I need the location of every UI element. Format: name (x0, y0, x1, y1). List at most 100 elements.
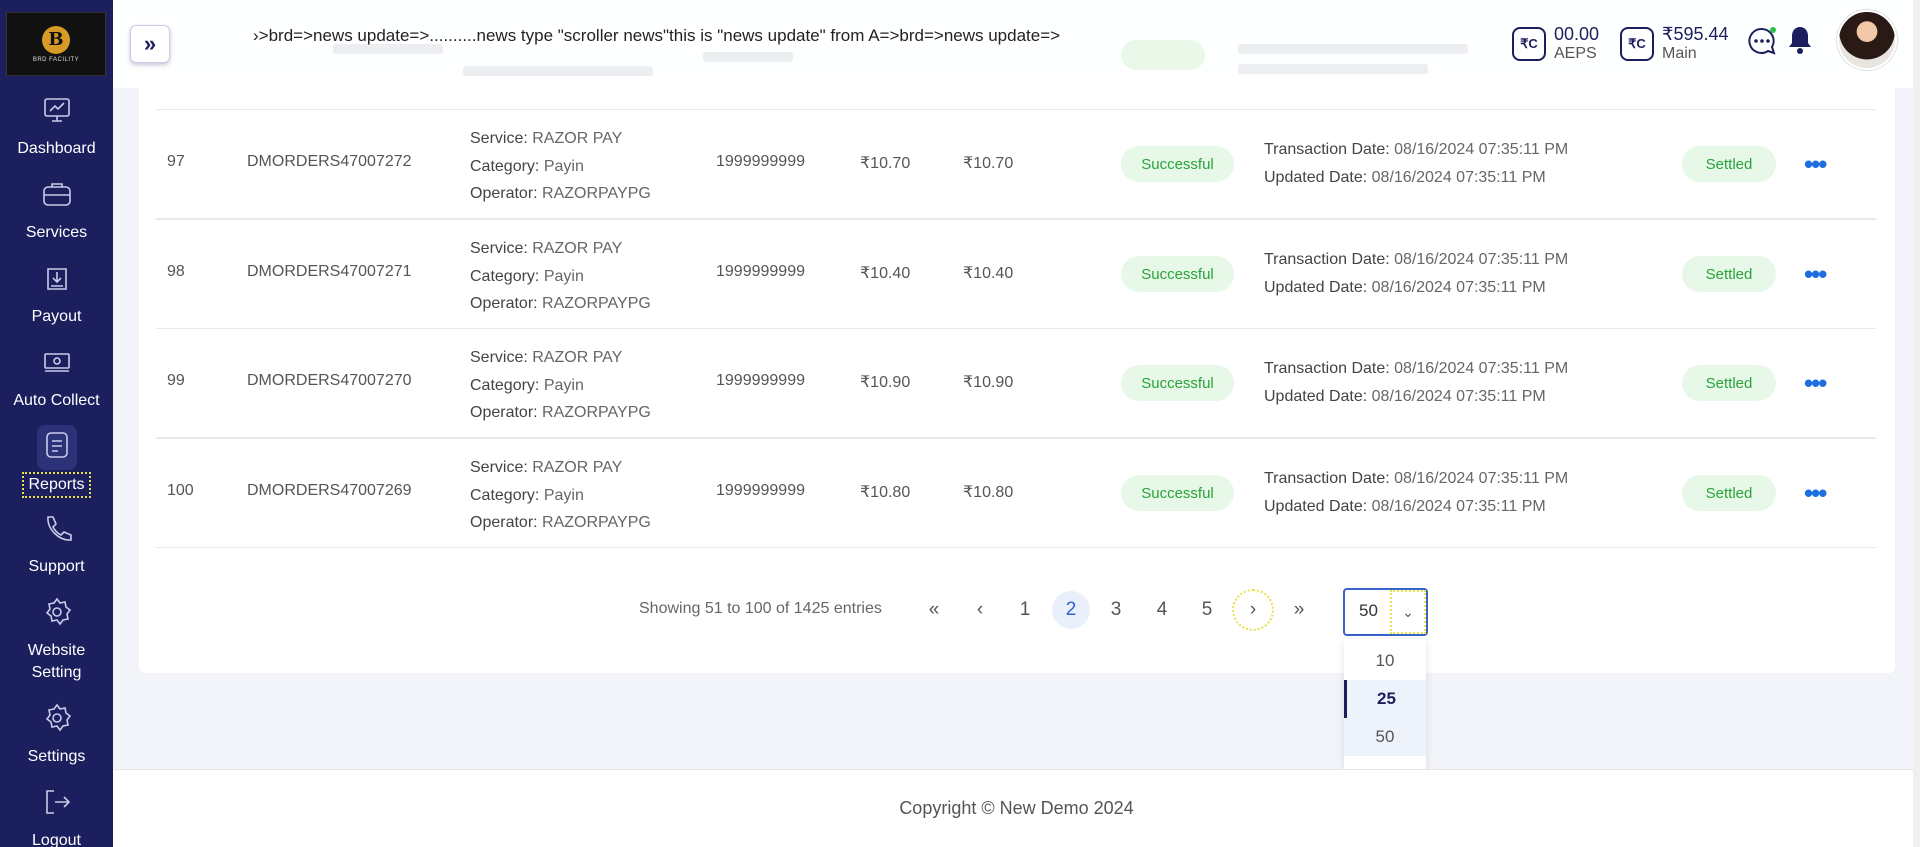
logout-icon (40, 785, 74, 824)
bell-icon[interactable] (1785, 24, 1815, 56)
date-details: Transaction Date: 08/16/2024 07:35:11 PM… (1264, 355, 1568, 410)
ghost-header-text (1238, 64, 1428, 74)
amount: ₹10.70 (860, 155, 911, 172)
order-id: DMORDERS47007272 (247, 153, 412, 170)
per-page-option-50[interactable]: 50 (1344, 718, 1426, 756)
page-1-button[interactable]: 1 (1006, 591, 1044, 629)
updated-date-value: 08/16/2024 07:35:11 PM (1371, 278, 1546, 296)
operator-label: Operator: (470, 514, 538, 531)
date-details: Transaction Date: 08/16/2024 07:35:11 PM… (1264, 246, 1568, 301)
net-amount: ₹10.90 (963, 374, 1014, 391)
sidebar-item-label: Services (25, 224, 88, 241)
gear-icon (40, 701, 74, 740)
sidebar-item-services[interactable]: Services (0, 177, 113, 244)
net-amount: ₹10.70 (963, 155, 1014, 172)
last-page-button[interactable]: » (1280, 591, 1318, 629)
sidebar-item-auto-collect[interactable]: Auto Collect (0, 345, 113, 412)
per-page-option-10[interactable]: 10 (1344, 642, 1426, 680)
sidebar-item-support[interactable]: Support (0, 511, 113, 578)
per-page-option-25[interactable]: 25 (1344, 680, 1426, 718)
phone-icon (40, 511, 74, 550)
page-5-button[interactable]: 5 (1188, 591, 1226, 629)
sidebar-item-settings[interactable]: Settings (0, 701, 113, 768)
wallet-label: AEPS (1554, 45, 1597, 62)
service-label: Service: (470, 459, 528, 476)
more-actions-icon[interactable]: ••• (1804, 259, 1827, 290)
status-badge: Successful (1121, 146, 1234, 182)
date-details: Transaction Date: 08/16/2024 07:35:11 PM… (1264, 136, 1568, 191)
sidebar-item-label: Dashboard (17, 140, 96, 157)
per-page-select[interactable]: 50 ⌄ (1343, 588, 1428, 636)
category-value: Payin (543, 376, 584, 394)
chevron-down-icon[interactable]: ⌄ (1390, 590, 1426, 634)
category-value: Payin (543, 157, 584, 175)
wallet-label: Main (1662, 45, 1697, 62)
settlement-badge: Settled (1682, 256, 1776, 292)
avatar[interactable] (1837, 10, 1897, 70)
sidebar-item-payout[interactable]: Payout (0, 261, 113, 328)
report-icon (36, 425, 77, 470)
first-page-button[interactable]: « (915, 591, 953, 629)
operator-value: RAZORPAYPG (542, 185, 651, 202)
entries-summary: Showing 51 to 100 of 1425 entries (639, 600, 882, 617)
txn-date-label: Transaction Date: (1264, 141, 1390, 158)
gear-icon (40, 595, 74, 634)
wallet-amount: ₹595.44 (1662, 24, 1729, 44)
wallet-amount: 00.00 (1554, 24, 1600, 44)
txn-date-value: 08/16/2024 07:35:11 PM (1394, 251, 1569, 268)
wallet-main[interactable]: ₹C ₹595.44 Main (1620, 24, 1729, 64)
mobile-number: 1999999999 (716, 372, 805, 389)
sidebar-item-logout[interactable]: Logout (0, 785, 113, 847)
service-label: Service: (470, 349, 528, 366)
status-badge: Successful (1121, 475, 1234, 511)
operator-value: RAZORPAYPG (542, 404, 651, 421)
service-details: Service: RAZOR PAY Category: Payin Operato… (470, 344, 651, 427)
service-value: RAZOR PAY (532, 130, 623, 147)
logo-mark: B (42, 25, 70, 54)
txn-date-value: 08/16/2024 07:35:11 PM (1394, 470, 1569, 487)
service-value: RAZOR PAY (532, 349, 623, 366)
updated-date-value: 08/16/2024 07:35:11 PM (1371, 497, 1546, 515)
sidebar-toggle-button[interactable]: » (130, 25, 170, 63)
page-3-button[interactable]: 3 (1097, 591, 1135, 629)
next-page-button[interactable]: › (1232, 589, 1274, 631)
date-details: Transaction Date: 08/16/2024 07:35:11 PM… (1264, 465, 1568, 520)
service-details: Service: RAZOR PAY Category: Payin Operato… (470, 454, 651, 537)
sidebar-item-label: Website Setting (27, 642, 86, 681)
more-actions-icon[interactable]: ••• (1804, 149, 1827, 180)
sidebar-item-label: Logout (32, 832, 81, 847)
amount: ₹10.40 (860, 265, 911, 282)
sidebar-item-dashboard[interactable]: Dashboard (0, 93, 113, 160)
mobile-number: 1999999999 (716, 263, 805, 280)
transactions-card: 97 DMORDERS47007272 Service: RAZOR PAY Cate… (139, 76, 1895, 673)
scrollbar[interactable] (1913, 0, 1920, 847)
status-badge: Successful (1121, 256, 1234, 292)
sidebar-item-label: Auto Collect (13, 392, 100, 409)
row-number: 99 (167, 372, 185, 389)
more-actions-icon[interactable]: ••• (1804, 368, 1827, 399)
brand-logo[interactable]: B BRD FACILITY (6, 12, 106, 76)
sidebar-item-website-setting[interactable]: Website Setting (0, 595, 113, 684)
sidebar-item-label: Reports (22, 472, 91, 498)
amount: ₹10.80 (860, 484, 911, 501)
page-4-button[interactable]: 4 (1143, 591, 1181, 629)
briefcase-icon (40, 177, 74, 216)
order-id: DMORDERS47007270 (247, 372, 412, 389)
wallet-aeps[interactable]: ₹C 00.00 AEPS (1512, 24, 1599, 64)
news-ticker: ›>brd=>news update=>..........news type … (253, 26, 1061, 45)
prev-page-button[interactable]: ‹ (961, 591, 999, 629)
category-label: Category: (470, 267, 540, 285)
operator-label: Operator: (470, 295, 538, 312)
more-actions-icon[interactable]: ••• (1804, 478, 1827, 509)
settlement-badge: Settled (1682, 475, 1776, 511)
updated-date-label: Updated Date: (1264, 497, 1368, 515)
table-row: 100 DMORDERS47007269 Service: RAZOR PAY Cat… (156, 438, 1876, 548)
updated-date-label: Updated Date: (1264, 387, 1368, 405)
page-2-button[interactable]: 2 (1052, 591, 1090, 629)
net-amount: ₹10.40 (963, 265, 1014, 282)
footer: Copyright © New Demo 2024 (113, 769, 1920, 847)
chat-icon[interactable] (1747, 26, 1777, 56)
order-id: DMORDERS47007269 (247, 482, 412, 499)
sidebar-item-reports[interactable]: Reports (0, 425, 113, 498)
operator-label: Operator: (470, 404, 538, 421)
